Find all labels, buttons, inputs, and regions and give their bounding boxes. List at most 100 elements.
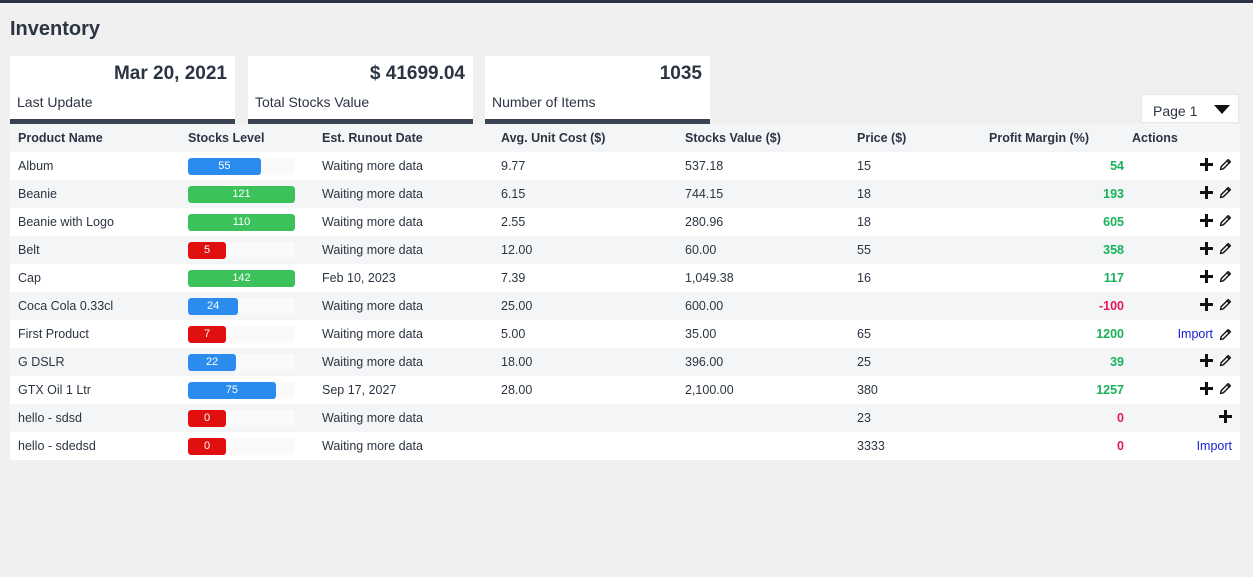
stock-level-fill: 0 [188, 409, 226, 427]
cell-profit-margin: 1257 [989, 376, 1132, 404]
pencil-icon[interactable] [1219, 214, 1232, 227]
cell-stocks-level: 7 [180, 320, 314, 348]
table-row: hello - sdsd 0 Waiting more data 23 0 [10, 404, 1240, 432]
cell-stocks-level: 142 [180, 264, 314, 292]
cell-profit-margin: 0 [989, 432, 1132, 460]
cell-stocks-value: 537.18 [677, 152, 849, 180]
pencil-icon[interactable] [1219, 270, 1232, 283]
column-header[interactable]: Price ($) [849, 124, 989, 152]
plus-icon[interactable] [1200, 242, 1213, 255]
column-header[interactable]: Profit Margin (%) [989, 124, 1132, 152]
cell-profit-margin: -100 [989, 292, 1132, 320]
plus-icon[interactable] [1200, 298, 1213, 311]
cell-price: 380 [849, 376, 989, 404]
table-header-row: Product Name Stocks Level Est. Runout Da… [10, 124, 1240, 152]
cell-actions [1132, 180, 1240, 208]
table-row: Belt 5 Waiting more data 12.00 60.00 55 358 [10, 236, 1240, 264]
cell-runout-date: Waiting more data [314, 236, 493, 264]
pencil-icon[interactable] [1219, 298, 1232, 311]
column-header[interactable]: Avg. Unit Cost ($) [493, 124, 677, 152]
cell-product-name: Coca Cola 0.33cl [10, 292, 180, 320]
plus-icon[interactable] [1200, 382, 1213, 395]
cell-price: 25 [849, 348, 989, 376]
card-label: Number of Items [492, 94, 596, 110]
cell-stocks-level: 110 [180, 208, 314, 236]
cell-actions [1132, 208, 1240, 236]
pencil-icon[interactable] [1219, 354, 1232, 367]
column-header[interactable]: Product Name [10, 124, 180, 152]
cell-avg-unit-cost: 25.00 [493, 292, 677, 320]
cell-profit-margin: 358 [989, 236, 1132, 264]
cell-stocks-level: 24 [180, 292, 314, 320]
import-link[interactable]: Import [1197, 439, 1232, 453]
cell-price: 15 [849, 152, 989, 180]
profit-margin-value: 54 [1110, 159, 1124, 173]
stock-level-bar: 5 [188, 241, 295, 259]
cell-runout-date: Waiting more data [314, 432, 493, 460]
table-row: Album 55 Waiting more data 9.77 537.18 15 54 [10, 152, 1240, 180]
profit-margin-value: 117 [1103, 271, 1124, 285]
cell-avg-unit-cost [493, 404, 677, 432]
plus-icon[interactable] [1200, 354, 1213, 367]
stock-level-bar: 75 [188, 381, 295, 399]
stock-level-bar: 142 [188, 269, 295, 287]
cell-price: 18 [849, 208, 989, 236]
stock-level-bar: 110 [188, 213, 295, 231]
card-number-of-items: 1035 Number of Items [485, 56, 710, 124]
cell-profit-margin: 39 [989, 348, 1132, 376]
cell-avg-unit-cost: 18.00 [493, 348, 677, 376]
card-value: Mar 20, 2021 [113, 63, 227, 84]
plus-icon[interactable] [1200, 158, 1213, 171]
column-header[interactable]: Est. Runout Date [314, 124, 493, 152]
cell-stocks-value: 2,100.00 [677, 376, 849, 404]
card-label: Last Update [17, 94, 93, 110]
cell-actions [1132, 404, 1240, 432]
cell-price: 55 [849, 236, 989, 264]
cell-avg-unit-cost: 2.55 [493, 208, 677, 236]
cell-runout-date: Waiting more data [314, 404, 493, 432]
cell-runout-date: Feb 10, 2023 [314, 264, 493, 292]
pencil-icon[interactable] [1219, 382, 1232, 395]
cell-price [849, 292, 989, 320]
cell-price: 23 [849, 404, 989, 432]
cell-profit-margin: 1200 [989, 320, 1132, 348]
plus-icon[interactable] [1200, 186, 1213, 199]
stock-level-fill: 22 [188, 353, 237, 371]
cell-avg-unit-cost: 5.00 [493, 320, 677, 348]
cell-product-name: Beanie [10, 180, 180, 208]
stock-level-bar: 55 [188, 157, 295, 175]
cell-runout-date: Waiting more data [314, 320, 493, 348]
inventory-table: Product Name Stocks Level Est. Runout Da… [10, 124, 1240, 460]
cell-product-name: First Product [10, 320, 180, 348]
stock-level-fill: 7 [188, 325, 226, 343]
cell-runout-date: Waiting more data [314, 348, 493, 376]
cell-stocks-level: 121 [180, 180, 314, 208]
cell-stocks-value [677, 404, 849, 432]
page-select[interactable]: Page 1 [1141, 94, 1239, 123]
column-header[interactable]: Stocks Level [180, 124, 314, 152]
pencil-icon[interactable] [1219, 328, 1232, 341]
column-header[interactable]: Stocks Value ($) [677, 124, 849, 152]
column-header: Actions [1132, 124, 1240, 152]
import-link[interactable]: Import [1178, 327, 1213, 341]
cell-stocks-value: 600.00 [677, 292, 849, 320]
cell-product-name: Cap [10, 264, 180, 292]
table-row: GTX Oil 1 Ltr 75 Sep 17, 2027 28.00 2,100.00… [10, 376, 1240, 404]
profit-margin-value: 358 [1103, 243, 1124, 257]
cell-stocks-value: 396.00 [677, 348, 849, 376]
profit-margin-value: -100 [1098, 299, 1124, 313]
profit-margin-value: 0 [1117, 439, 1124, 453]
plus-icon[interactable] [1219, 410, 1232, 423]
pencil-icon[interactable] [1219, 158, 1232, 171]
pencil-icon[interactable] [1219, 242, 1232, 255]
cell-price: 65 [849, 320, 989, 348]
cell-stocks-level: 5 [180, 236, 314, 264]
cell-actions [1132, 376, 1240, 404]
pencil-icon[interactable] [1219, 186, 1232, 199]
cell-runout-date: Waiting more data [314, 292, 493, 320]
plus-icon[interactable] [1200, 270, 1213, 283]
plus-icon[interactable] [1200, 214, 1213, 227]
cell-runout-date: Waiting more data [314, 152, 493, 180]
cell-stocks-level: 0 [180, 432, 314, 460]
cell-product-name: hello - sdsd [10, 404, 180, 432]
